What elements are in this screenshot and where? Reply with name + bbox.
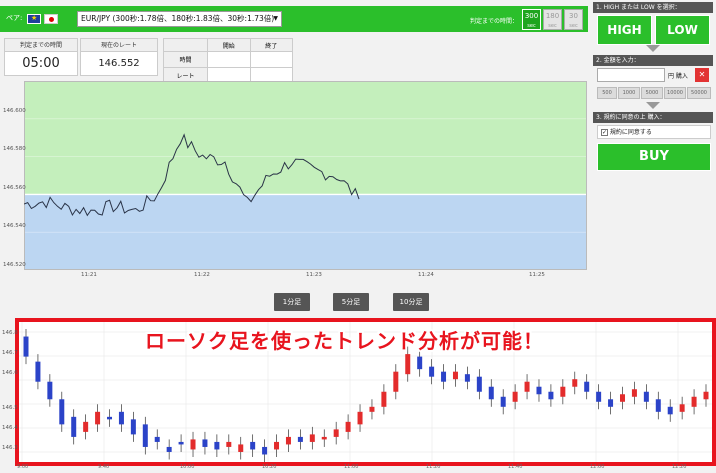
x-tick: 11:25	[529, 272, 545, 278]
agree-checkbox-row[interactable]: ✓ 規約に同意する	[597, 125, 711, 139]
y-tick: 146.6	[2, 370, 18, 376]
eu-flag-icon	[27, 14, 41, 24]
triangle-pointer-icon	[646, 45, 660, 52]
currency-pair-value: EUR/JPY (300秒:1.78倍、180秒:1.83倍、30秒:1.73倍…	[81, 14, 275, 23]
amount-input[interactable]	[597, 68, 665, 82]
pair-label: ペア:	[6, 14, 23, 22]
x-tick: 11:21	[81, 272, 97, 278]
x-tick: 11:20	[426, 464, 441, 470]
amount-preset-1000[interactable]: 1000	[618, 87, 640, 99]
clear-amount-button[interactable]: ✕	[695, 68, 709, 82]
expiry-300-button[interactable]: 300 sec	[522, 9, 541, 30]
col-start: 開始	[207, 38, 251, 52]
trade-info-table: 開始 終了 時間 レート	[163, 38, 293, 84]
agree-label: 規約に同意する	[609, 129, 652, 136]
period-10min-button[interactable]: 10分足	[393, 293, 429, 311]
period-5min-button[interactable]: 5分足	[333, 293, 369, 311]
x-tick: 11:23	[306, 272, 322, 278]
x-tick: 11:00	[344, 464, 359, 470]
expiry-30-unit: sec	[569, 23, 578, 29]
amount-preset-5000[interactable]: 5000	[641, 87, 663, 99]
expiry-label: 判定までの時間：	[470, 18, 519, 25]
step2-title: 2. 金額を入力：	[593, 55, 713, 66]
checkbox-checked-icon[interactable]: ✓	[601, 129, 608, 136]
x-tick: 11:40	[508, 464, 523, 470]
amount-preset-500[interactable]: 500	[597, 87, 617, 99]
time-remaining-box: 判定までの時間 05:00	[4, 38, 78, 76]
y-tick: 146.5	[2, 405, 18, 411]
x-tick: 12:00	[590, 464, 605, 470]
y-tick: 146.3	[2, 445, 18, 451]
current-rate-box: 現在のレート 146.552	[80, 38, 158, 76]
trading-screen: { "topbar": { "pair_label": "ペア:", "pair…	[0, 0, 716, 473]
expiry-180-button[interactable]: 180 sec	[543, 9, 562, 30]
y-tick: 146.520	[3, 262, 26, 268]
y-tick: 146.8	[2, 330, 18, 336]
x-tick: 9:00	[17, 464, 29, 470]
expiry-30-value: 30	[569, 12, 578, 20]
time-remaining-label: 判定までの時間	[5, 39, 77, 52]
expiry-180-unit: sec	[548, 23, 557, 29]
col-end: 終了	[249, 38, 293, 52]
high-button[interactable]: HIGH	[597, 15, 652, 45]
triangle-pointer-icon	[646, 102, 660, 109]
jp-flag-icon	[44, 14, 58, 24]
row-time: 時間	[163, 51, 208, 68]
y-tick: 146.600	[3, 108, 26, 114]
low-button[interactable]: LOW	[655, 15, 710, 45]
y-tick: 146.4	[2, 425, 18, 431]
time-remaining-value: 05:00	[22, 56, 60, 71]
step1-title: 1. HIGH または LOW を選択：	[593, 2, 713, 13]
currency-pair-select[interactable]: EUR/JPY (300秒:1.78倍、180秒:1.83倍、30秒:1.73倍…	[77, 11, 282, 27]
y-tick: 146.580	[3, 146, 26, 152]
y-tick: 146.7	[2, 350, 18, 356]
y-tick: 146.560	[3, 185, 26, 191]
x-tick: 11:22	[194, 272, 210, 278]
x-tick: 12:20	[672, 464, 687, 470]
top-bar: ペア: EUR/JPY (300秒:1.78倍、180秒:1.83倍、30秒:1…	[0, 6, 588, 32]
x-tick: 9:40	[98, 464, 110, 470]
line-chart	[24, 81, 587, 270]
expiry-180-value: 180	[545, 12, 560, 20]
y-tick: 146.540	[3, 223, 26, 229]
amount-preset-10000[interactable]: 10000	[664, 87, 686, 99]
expiry-300-value: 300	[524, 12, 539, 20]
above-zone	[24, 81, 587, 195]
period-1min-button[interactable]: 1分足	[274, 293, 310, 311]
yen-label: 円 購入	[668, 73, 688, 80]
chevron-down-icon: ▼	[273, 15, 278, 22]
amount-preset-50000[interactable]: 50000	[687, 87, 711, 99]
x-tick: 10:00	[180, 464, 195, 470]
expiry-30-button[interactable]: 30 sec	[564, 9, 583, 30]
buy-button[interactable]: BUY	[597, 143, 711, 171]
expiry-300-unit: sec	[527, 23, 536, 29]
x-tick: 10:20	[262, 464, 277, 470]
step3-title: 3. 規約に同意の上 購入：	[593, 112, 713, 123]
current-rate-value: 146.552	[98, 58, 140, 69]
promo-banner: ローソク足を使ったトレンド分析が可能！	[145, 329, 544, 353]
x-tick: 11:24	[418, 272, 434, 278]
current-rate-label: 現在のレート	[81, 39, 157, 52]
